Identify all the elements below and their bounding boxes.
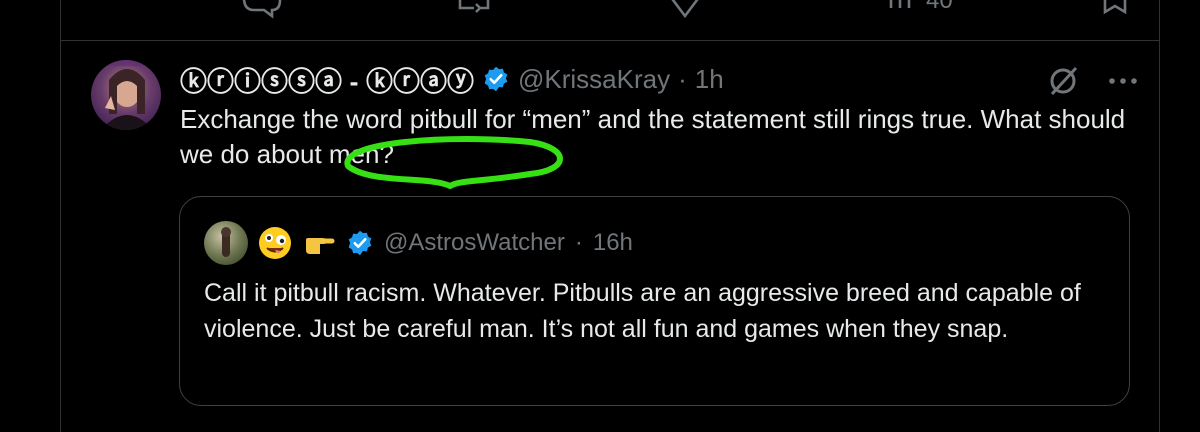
previous-tweet-actions: 40 [242,0,1127,19]
avatar[interactable] [91,60,161,130]
display-name[interactable]: ⓚⓡⓘⓢⓢⓐ - ⓚⓡⓐⓨ [180,60,474,99]
more-options-icon[interactable] [1108,76,1138,86]
tweet-top-actions [1046,64,1138,98]
zany-face-emoji [258,226,292,260]
like-icon[interactable] [670,0,700,19]
views-count: 40 [926,0,953,14]
quoted-verified-badge-icon [346,229,374,257]
tweet-text: Exchange the word pitbull for “men” and … [180,104,1126,169]
tweet-divider [60,40,1159,41]
reply-icon[interactable] [242,0,282,19]
retweet-icon[interactable] [458,0,490,13]
tweet-timestamp[interactable]: 1h [695,64,724,95]
bookmark-icon[interactable] [1103,0,1127,15]
previous-tweet-action-bar: 40 [60,0,1158,40]
quoted-timestamp[interactable]: 16h [593,229,633,257]
grok-icon[interactable] [1046,64,1080,98]
user-handle[interactable]: @KrissaKray [518,64,670,95]
views-icon[interactable] [889,0,911,8]
quoted-avatar[interactable] [204,221,248,265]
quoted-tweet-header: @AstrosWatcher · 16h [204,221,633,265]
quoted-tweet-card[interactable]: @AstrosWatcher · 16h Call it pitbull rac… [179,196,1130,406]
backhand-index-pointing-right-emoji [302,226,336,260]
quoted-tweet-text: Call it pitbull racism. Whatever. Pitbul… [204,279,1081,343]
verified-badge-icon [482,65,510,93]
separator-dot: · [678,63,687,94]
quoted-separator-dot: · [574,229,583,256]
tweet-header: ⓚⓡⓘⓢⓢⓐ - ⓚⓡⓐⓨ @KrissaKray · 1h [180,60,724,99]
avatar-photo [91,60,161,130]
quoted-user-handle[interactable]: @AstrosWatcher [384,229,565,257]
